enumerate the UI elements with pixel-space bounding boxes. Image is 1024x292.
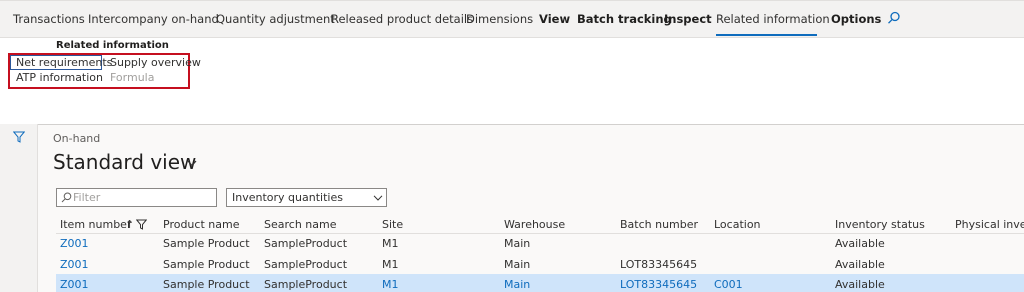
search-name-cell: SampleProduct: [264, 278, 348, 291]
column-batch-number[interactable]: Batch number: [620, 218, 698, 231]
site-cell: M1: [382, 258, 399, 271]
tab-dimensions[interactable]: Dimensions: [466, 12, 533, 26]
formula-button: Formula: [110, 71, 155, 84]
item-number-link[interactable]: Z001: [60, 278, 89, 291]
batch-number-link[interactable]: LOT83345645: [620, 278, 697, 291]
tab-batch-tracking[interactable]: Batch tracking: [577, 12, 672, 26]
atp-information-button[interactable]: ATP information: [16, 71, 103, 84]
tab-quantity-adjustment[interactable]: Quantity adjustment: [216, 12, 335, 26]
warehouse-cell: Main: [504, 237, 531, 250]
product-name-cell: Sample Product: [163, 237, 250, 250]
column-search-name[interactable]: Search name: [264, 218, 336, 231]
active-tab-indicator: [716, 34, 817, 36]
chevron-down-icon: [373, 195, 383, 201]
ribbon-group-title: Related information: [56, 40, 169, 51]
column-inventory-status[interactable]: Inventory status: [835, 218, 925, 231]
filter-pane: [0, 124, 38, 292]
inventory-quantities-select[interactable]: Inventory quantities: [226, 188, 387, 207]
tab-inspect[interactable]: Inspect: [664, 12, 712, 26]
column-warehouse[interactable]: Warehouse: [504, 218, 565, 231]
search-name-cell: SampleProduct: [264, 258, 348, 271]
filter-funnel-icon[interactable]: [13, 131, 25, 143]
search-icon[interactable]: [887, 11, 901, 25]
site-link[interactable]: M1: [382, 278, 399, 291]
inventory-status-cell: Available: [835, 258, 885, 271]
view-selector[interactable]: Standard view: [53, 150, 196, 174]
quick-filter[interactable]: [56, 188, 217, 207]
batch-number-cell: LOT83345645: [620, 258, 698, 271]
search-name-cell: SampleProduct: [264, 237, 348, 250]
item-number-link[interactable]: Z001: [60, 237, 89, 250]
supply-overview-button[interactable]: Supply overview: [110, 56, 201, 69]
filter-input[interactable]: [73, 190, 213, 205]
column-location[interactable]: Location: [714, 218, 761, 231]
chevron-down-icon[interactable]: [187, 160, 197, 167]
inventory-status-cell: Available: [835, 237, 885, 250]
location-link[interactable]: C001: [714, 278, 743, 291]
inventory-status-cell: Available: [835, 278, 885, 291]
page-caption: On-hand: [53, 132, 101, 145]
search-icon: [61, 192, 72, 203]
tab-intercompany-on-hand[interactable]: Intercompany on-hand: [88, 12, 219, 26]
column-site[interactable]: Site: [382, 218, 403, 231]
column-filter-icon[interactable]: [136, 219, 147, 230]
product-name-cell: Sample Product: [163, 278, 250, 291]
net-requirements-button[interactable]: Net requirements: [16, 56, 112, 69]
column-item-number[interactable]: Item number: [60, 218, 131, 231]
column-product-name[interactable]: Product name: [163, 218, 239, 231]
tab-view[interactable]: View: [539, 12, 570, 26]
select-value: Inventory quantities: [232, 191, 343, 204]
warehouse-link[interactable]: Main: [504, 278, 530, 291]
tab-transactions[interactable]: Transactions: [13, 12, 85, 26]
product-name-cell: Sample Product: [163, 258, 250, 271]
column-physical-inventory[interactable]: Physical invent: [955, 218, 1024, 231]
tab-released-product-details[interactable]: Released product details: [331, 12, 473, 26]
warehouse-cell: Main: [504, 258, 531, 271]
item-number-link[interactable]: Z001: [60, 258, 89, 271]
action-pane-tabs: Transactions Intercompany on-hand Quanti…: [0, 0, 1024, 38]
tab-related-information[interactable]: Related information: [716, 12, 830, 26]
site-cell: M1: [382, 237, 399, 250]
sort-ascending-icon: ↑: [125, 218, 135, 231]
tab-options[interactable]: Options: [831, 12, 881, 26]
